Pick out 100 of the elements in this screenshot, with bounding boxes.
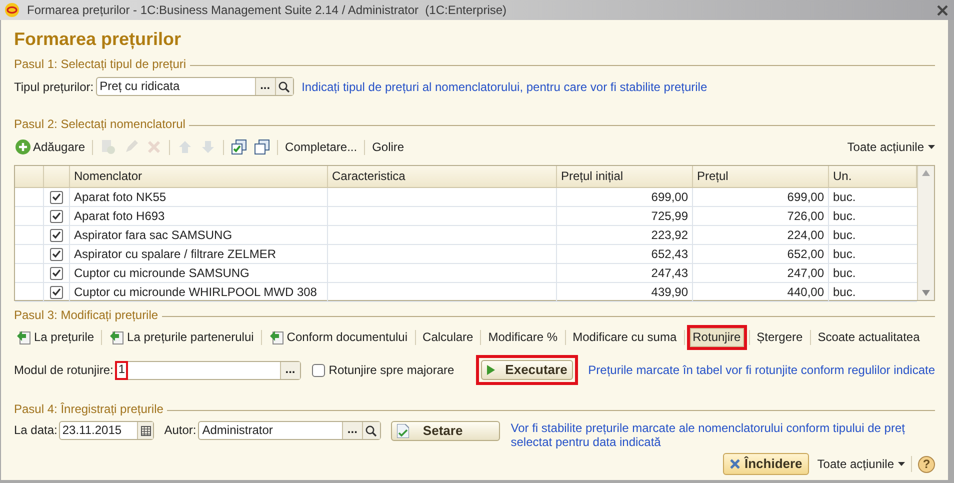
checkbox[interactable] (50, 266, 63, 280)
field-label: Tipul prețurilor: (14, 78, 94, 96)
toolbar-button[interactable] (253, 138, 272, 156)
hint-text: Vor fi stabilite prețurile marcate ale nomenclatorului conform tipului de preț selectat pentru data indicată (510, 421, 906, 449)
table-cell: 440,00 (693, 283, 829, 301)
action-tab[interactable]: Ștergere (754, 328, 805, 346)
column-header[interactable]: Nomenclator (70, 166, 328, 187)
check-icon (52, 288, 61, 296)
section-title: Pasul 4: Înregistrați prețurile (14, 401, 164, 418)
input-field[interactable]: Administrator ... (198, 421, 381, 440)
checkbox[interactable]: Rotunjire spre majorare (312, 361, 454, 379)
table-cell: Aspirator cu spalare / filtrare ZELMER (70, 245, 328, 263)
table-cell-text: buc. (832, 284, 857, 301)
table-cell-text: buc. (832, 227, 857, 244)
checked-pages-icon (231, 139, 248, 155)
scrollbar[interactable] (917, 166, 934, 300)
action-tab[interactable]: Calculare (420, 328, 476, 346)
checkbox[interactable] (50, 286, 63, 298)
table-cell: 699,00 (693, 188, 829, 206)
choose-button[interactable]: ... (342, 422, 362, 439)
execute-button[interactable]: Executare (481, 360, 574, 380)
sheet-arrow-icon (109, 329, 126, 345)
document-check-icon (396, 424, 409, 438)
table-cell: 247,00 (693, 264, 829, 282)
arrow-down-icon (200, 139, 216, 155)
table-cell: 652,43 (557, 245, 693, 263)
close-icon (936, 4, 948, 16)
field-label: Autor: (164, 422, 196, 439)
checkbox[interactable] (50, 190, 63, 204)
sheet-arrow-icon (16, 329, 32, 345)
checkbox[interactable] (50, 248, 63, 260)
actions-menu-button[interactable]: Toate acțiunile (847, 138, 935, 156)
toolbar-button[interactable]: Adăugare (14, 138, 86, 156)
section-title: Pasul 1: Selectați tipul de prețuri (14, 56, 186, 73)
table-cell-text: buc. (832, 189, 857, 206)
table-cell: 223,92 (557, 226, 693, 244)
close-icon (730, 459, 740, 469)
column-header[interactable]: Prețul inițial (557, 166, 693, 187)
column-header[interactable]: Caracteristica (328, 166, 557, 187)
toolbar-button[interactable]: Golire (371, 138, 406, 156)
table-cell: Cuptor cu microunde WHIRLPOOL MWD 308 (70, 283, 328, 301)
search-button[interactable] (362, 422, 380, 439)
add-icon (15, 139, 31, 155)
page-heading: Formarea prețurilor (14, 28, 182, 50)
table-cell: Aspirator fara sac SAMSUNG (70, 226, 328, 244)
table-cell: 652,00 (693, 245, 829, 263)
delete-icon (146, 139, 162, 155)
logo-icon (5, 3, 19, 17)
copy-icon (100, 139, 116, 155)
checkbox[interactable] (50, 210, 63, 222)
dropdown-caret-icon (928, 145, 935, 149)
search-button[interactable] (274, 78, 293, 95)
section-title: Pasul 2: Selectați nomenclatorul (14, 116, 186, 133)
check-icon (52, 212, 61, 220)
dropdown-caret-icon (898, 462, 905, 466)
pencil-icon (123, 139, 140, 155)
actions-menu-button[interactable]: Toate acțiunile (817, 455, 905, 473)
choose-button[interactable]: ... (280, 362, 300, 378)
arrow-up-icon (177, 139, 194, 155)
check-icon (52, 231, 61, 239)
check-icon (52, 250, 61, 258)
action-tab[interactable]: Conform documentului (266, 328, 410, 346)
check-icon (52, 269, 61, 277)
checkbox[interactable] (50, 228, 63, 242)
action-tab[interactable]: La prețurile (14, 328, 96, 346)
table-cell: 247,43 (557, 264, 693, 282)
toolbar-button[interactable]: Completare... (284, 138, 358, 156)
table-cell: Aparat foto H693 (70, 207, 328, 225)
hint-text: Prețurile marcate în tabel vor fi rotunjite conform regulilor indicate (588, 362, 935, 379)
column-header[interactable]: Prețul (693, 166, 829, 187)
field-label: Modul de rotunjire: (14, 362, 114, 379)
action-tab[interactable]: La prețurile partenerului (107, 328, 256, 346)
table-cell: 725,99 (557, 207, 693, 225)
field-label: La data: (14, 422, 58, 439)
search-icon (365, 424, 378, 436)
sheet-arrow-icon (268, 329, 285, 345)
action-tab[interactable]: Modificare % (486, 328, 560, 346)
action-tab[interactable]: Modificare cu suma (570, 328, 679, 346)
action-tab[interactable]: Scoate actualitatea (816, 328, 922, 346)
help-button[interactable]: ? (918, 456, 935, 472)
input-field[interactable]: 1 ... (115, 360, 301, 380)
date-field[interactable]: 23.11.2015 (59, 421, 154, 440)
pages-icon (254, 139, 270, 155)
scroll-down-icon (922, 290, 930, 296)
table-cell-text: buc. (832, 208, 857, 225)
hint-text: Indicați tipul de prețuri al nomenclatorului, pentru care vor fi stabilite prețurile (302, 78, 708, 96)
scroll-up-icon (922, 170, 930, 176)
window-title: Formarea prețurilor - 1C:Business Management Suite 2.14 / Administrator (1C:Enterprise) (27, 2, 508, 19)
table-cell: Cuptor cu microunde SAMSUNG (70, 264, 328, 282)
choose-button[interactable]: ... (254, 78, 275, 95)
table-cell: Aparat foto NK55 (70, 188, 328, 206)
set-button[interactable]: Setare (390, 421, 500, 441)
close-button[interactable]: Închidere (723, 453, 810, 475)
input-field[interactable]: Preț cu ridicata ... (96, 77, 294, 96)
play-icon (487, 365, 496, 375)
section-title: Pasul 3: Modificați prețurile (14, 307, 158, 324)
table-cell: 699,00 (557, 188, 693, 206)
close-button[interactable] (935, 3, 949, 17)
toolbar-button[interactable] (230, 138, 248, 156)
table-cell-text: buc. (832, 246, 857, 263)
